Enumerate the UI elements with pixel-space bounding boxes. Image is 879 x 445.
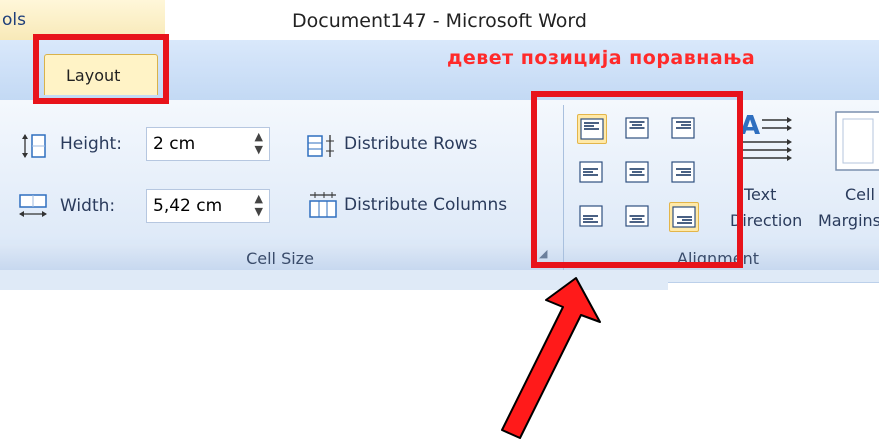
cell-size-group-label: Cell Size: [246, 249, 314, 268]
svg-text:A: A: [740, 111, 760, 141]
text-direction-icon: A: [734, 110, 794, 184]
cell-margins-label-line2: Margins: [818, 211, 879, 230]
height-spin-arrows-icon[interactable]: ▲ ▼: [255, 130, 263, 156]
width-value[interactable]: 5,42 cm: [153, 196, 222, 216]
cell-margins-button[interactable]: Cell Margins: [816, 110, 879, 250]
ruler-area: [668, 282, 879, 293]
height-spinner[interactable]: 2 cm ▲ ▼: [146, 127, 270, 161]
distribute-columns-button[interactable]: Distribute Columns: [306, 191, 556, 221]
width-spinner[interactable]: 5,42 cm ▲ ▼: [146, 189, 270, 223]
width-label: Width:: [60, 196, 116, 216]
highlight-box-layout-tab: [33, 34, 169, 104]
annotation-caption: девет позиција поравнања: [447, 47, 756, 69]
table-column-width-icon: [18, 193, 47, 217]
cell-margins-label-line1: Cell: [845, 185, 875, 204]
distribute-rows-label: Distribute Rows: [344, 134, 478, 154]
distribute-columns-label: Distribute Columns: [344, 195, 508, 215]
distribute-columns-icon: [306, 192, 340, 224]
distribute-rows-icon: [306, 133, 340, 163]
width-spin-arrows-icon[interactable]: ▲ ▼: [255, 192, 263, 218]
height-label: Height:: [60, 134, 122, 154]
highlight-box-alignment: [531, 91, 743, 268]
red-arrow-icon: [501, 277, 601, 439]
cell-margins-icon: [834, 110, 879, 178]
text-direction-label-line1: Text: [744, 185, 777, 204]
distribute-rows-button[interactable]: Distribute Rows: [306, 131, 556, 161]
table-row-height-icon: [20, 133, 48, 158]
window-title: Document147 - Microsoft Word: [292, 10, 587, 32]
height-value[interactable]: 2 cm: [153, 134, 195, 154]
